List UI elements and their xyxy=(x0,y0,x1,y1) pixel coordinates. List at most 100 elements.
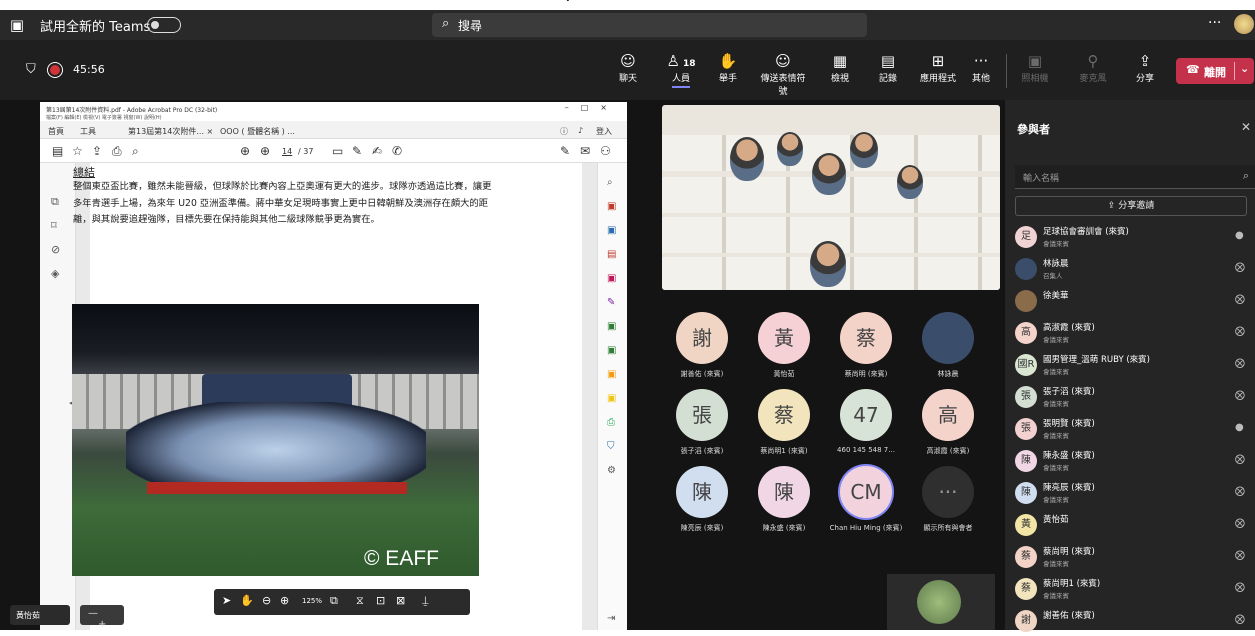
tab-document: 第13屆第14次附件... × xyxy=(128,127,214,136)
acrobat-title-bar: 第13屆第14次附件資料.pdf - Adobe Acrobat Pro DC … xyxy=(40,102,627,114)
toolbar-apps-button[interactable]: ⊞ 應用程式 xyxy=(915,52,961,84)
search-icon: ⌕ xyxy=(1242,169,1249,182)
attendee-figure xyxy=(812,153,846,195)
mic-off-icon[interactable]: ⨂ xyxy=(1235,550,1245,561)
try-new-teams-label: 試用全新的 Teams xyxy=(40,20,151,35)
mic-off-icon[interactable]: ⨂ xyxy=(1235,390,1245,401)
team-photo: © EAFF xyxy=(72,304,479,576)
acrobat-tab-bar: 首頁 工具 第13屆第14次附件... × OOO ( 暨體名稱 ) ... ⓘ… xyxy=(40,121,627,139)
toolbar-chat-button[interactable]: ☺ 聊天 xyxy=(605,52,651,84)
toolbar-raise-label: 舉手 xyxy=(718,74,737,84)
toolbar-more-button[interactable]: ··· 其他 xyxy=(958,52,1004,84)
mic-off-icon[interactable]: ⨂ xyxy=(1235,518,1245,529)
save-icon: ▤ xyxy=(52,144,64,158)
chevron-down-icon[interactable]: ⌄ xyxy=(1234,62,1249,80)
toolbar-people-button[interactable]: ♙ 18 人員 xyxy=(658,52,704,88)
participant-list-name: 高淑霞 (來賓) xyxy=(1043,323,1095,333)
search-icon: ⌕ xyxy=(442,16,450,31)
participant-list-item[interactable]: 徐美華 ⨂ xyxy=(1015,286,1255,316)
upload-icon: ⇪ xyxy=(92,144,103,158)
participant-list-avatar: 蔡 xyxy=(1015,546,1037,568)
participant-avatar: 陳 xyxy=(758,466,810,518)
acrobat-menu-bar: 檔案(F) 編輯(E) 檢視(V) 電子簽署 視窗(W) 說明(H) xyxy=(46,115,162,121)
note-icon: ▣ xyxy=(607,393,617,404)
participant-tile[interactable]: 高高淑霞 (來賓) xyxy=(892,387,1004,459)
toolbar-mic-button[interactable]: ⚲ 麥克風 xyxy=(1070,52,1116,84)
mic-off-icon[interactable]: ⨂ xyxy=(1235,614,1245,625)
share-people-icon: ⚇ xyxy=(600,144,611,158)
zoom-in-icon: ⊕ xyxy=(280,594,290,607)
participant-avatar: 蔡 xyxy=(840,312,892,364)
participant-list-item[interactable]: 張張明賢 (來賓) 會議來賓 ● xyxy=(1015,414,1255,444)
people-icon: ♙ 18 xyxy=(666,52,696,70)
new-teams-toggle[interactable] xyxy=(147,17,181,33)
participant-list-item[interactable]: 黃黃怡茹 ⨂ xyxy=(1015,510,1255,540)
mic-on-icon[interactable]: ● xyxy=(1235,422,1244,433)
leave-button[interactable]: ☎ 離開 ⌄ xyxy=(1176,58,1254,84)
stage-zoom-controls[interactable]: — + xyxy=(80,605,124,630)
participant-list-item[interactable]: 張張子滔 (來賓) 會議來賓 ⨂ xyxy=(1015,382,1255,412)
mic-on-icon[interactable]: ● xyxy=(1235,230,1244,241)
mic-off-icon[interactable]: ⨂ xyxy=(1235,486,1245,497)
toolbar-react-label: 傳送表情符號 xyxy=(760,74,806,97)
thumbnails-icon: ⧉ xyxy=(51,195,59,208)
mic-off-icon[interactable]: ⨂ xyxy=(1235,454,1245,465)
comment-icon: ▭ xyxy=(332,144,344,158)
participant-list-role: 會議來賓 xyxy=(1043,432,1069,440)
mic-off-icon[interactable]: ⨂ xyxy=(1235,326,1245,337)
participant-list-role: 會議來賓 xyxy=(1043,560,1069,568)
close-icon[interactable]: ✕ xyxy=(1241,120,1251,134)
attendee-figure xyxy=(730,137,764,181)
window-controls-icon: –□× xyxy=(564,103,619,112)
search-box[interactable]: ⌕ 搜尋 xyxy=(432,13,867,37)
toolbar-raise-button[interactable]: ✋ 舉手 xyxy=(705,52,751,84)
mic-off-icon[interactable]: ⨂ xyxy=(1235,294,1245,305)
toolbar-view-button[interactable]: ▦ 檢視 xyxy=(817,52,863,84)
participant-list-item[interactable]: 陳陳永盛 (來賓) 會議來賓 ⨂ xyxy=(1015,446,1255,476)
toolbar-camera-button[interactable]: ▣ 照相機 xyxy=(1012,52,1058,84)
toolbar-share-button[interactable]: ⇪ 分享 xyxy=(1122,52,1168,84)
notes-icon: ▤ xyxy=(880,52,896,70)
participant-list-item[interactable]: 蔡蔡尚明 (來賓) 會議來賓 ⨂ xyxy=(1015,542,1255,572)
mic-off-icon[interactable]: ⨂ xyxy=(1235,358,1245,369)
fill-sign-icon: ✎ xyxy=(607,297,616,308)
participant-list-name: 陳永盛 (來賓) xyxy=(1043,451,1095,461)
participant-list-item[interactable]: 謝謝善佑 (來賓) ⨂ xyxy=(1015,606,1255,636)
participant-list-avatar xyxy=(1015,290,1037,312)
reactions-icon: ☺ xyxy=(775,52,791,70)
zoom-plus[interactable]: + xyxy=(98,619,106,630)
protect-icon: ⛉ xyxy=(607,441,615,452)
participant-list-item[interactable]: 高高淑霞 (來賓) 會議來賓 ⨂ xyxy=(1015,318,1255,348)
share-invite-button[interactable]: ⇪ 分享邀請 xyxy=(1015,196,1247,216)
camera-off-icon: ▣ xyxy=(1027,52,1043,70)
toolbar-notes-button[interactable]: ▤ 記錄 xyxy=(865,52,911,84)
participant-list-avatar: 高 xyxy=(1015,322,1037,344)
participant-list-role: 會議來賓 xyxy=(1043,496,1069,504)
share-file-icon: ⍊ xyxy=(422,594,429,607)
shared-screen-acrobat: 第13屆第14次附件資料.pdf - Adobe Acrobat Pro DC … xyxy=(40,102,627,630)
name-search-input[interactable]: 輸入名稱 ⌕ xyxy=(1015,165,1255,189)
participant-list-item[interactable]: 國R 國男管理_溫萌 RUBY (來賓) 會議來賓 ⨂ xyxy=(1015,350,1255,380)
participant-list-name: 謝善佑 (來賓) xyxy=(1043,611,1095,621)
participant-list-role: 會議來賓 xyxy=(1043,240,1069,248)
recording-indicator-icon xyxy=(50,65,60,75)
zoom-minus[interactable]: — xyxy=(88,608,98,619)
mic-off-icon[interactable]: ⨂ xyxy=(1235,262,1245,273)
participant-list-item[interactable]: 足足球協會審訓會 (來賓) 會議來賓 ● xyxy=(1015,222,1255,252)
more-options-icon[interactable]: ··· xyxy=(1208,15,1221,31)
participant-list-avatar xyxy=(1015,258,1037,280)
toolbar-react-button[interactable]: ☺ 傳送表情符號 xyxy=(760,52,806,97)
participant-list-item[interactable]: 陳陳亮辰 (來賓) 會議來賓 ⨂ xyxy=(1015,478,1255,508)
mic-off-icon[interactable]: ⨂ xyxy=(1235,582,1245,593)
top-strip-text: · xyxy=(565,0,577,10)
participant-list-avatar: 張 xyxy=(1015,386,1037,408)
participant-tile[interactable]: ··· 顯示所有與會者 xyxy=(892,464,1004,536)
participant-list-item[interactable]: 林詠晨 召集人 ⨂ xyxy=(1015,254,1255,284)
participant-list-item[interactable]: 蔡蔡尚明1 (來賓) 會議來賓 ⨂ xyxy=(1015,574,1255,604)
toolbar-camera-label: 照相機 xyxy=(1021,74,1049,84)
participant-list-avatar: 張 xyxy=(1015,418,1037,440)
star-icon: ☆ xyxy=(72,144,83,158)
user-avatar[interactable] xyxy=(1234,14,1254,34)
participant-tile[interactable]: 林詠晨 xyxy=(892,310,1004,382)
two-page-icon: ⊡ xyxy=(376,594,386,607)
